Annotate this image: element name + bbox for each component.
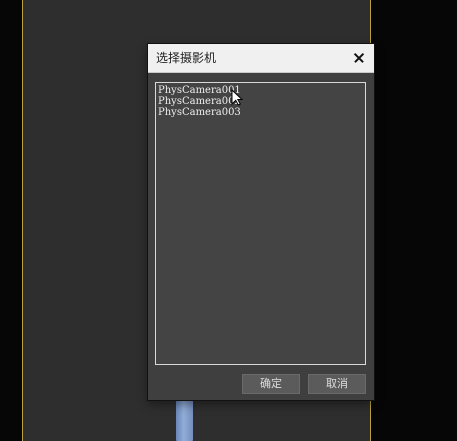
list-item[interactable]: PhysCamera001	[158, 85, 241, 96]
ok-button[interactable]: 确定	[242, 374, 300, 394]
list-item[interactable]: PhysCamera003	[158, 107, 241, 118]
select-camera-dialog: 选择摄影机 PhysCamera001 PhysCamera002 PhysCa…	[148, 44, 374, 400]
dialog-title: 选择摄影机	[156, 51, 217, 65]
viewport-object	[176, 398, 193, 441]
dialog-titlebar[interactable]: 选择摄影机	[148, 44, 374, 73]
close-icon[interactable]	[344, 44, 374, 72]
list-item[interactable]: PhysCamera002	[158, 96, 241, 107]
camera-list[interactable]: PhysCamera001 PhysCamera002 PhysCamera00…	[155, 82, 366, 365]
cancel-button[interactable]: 取消	[308, 374, 366, 394]
